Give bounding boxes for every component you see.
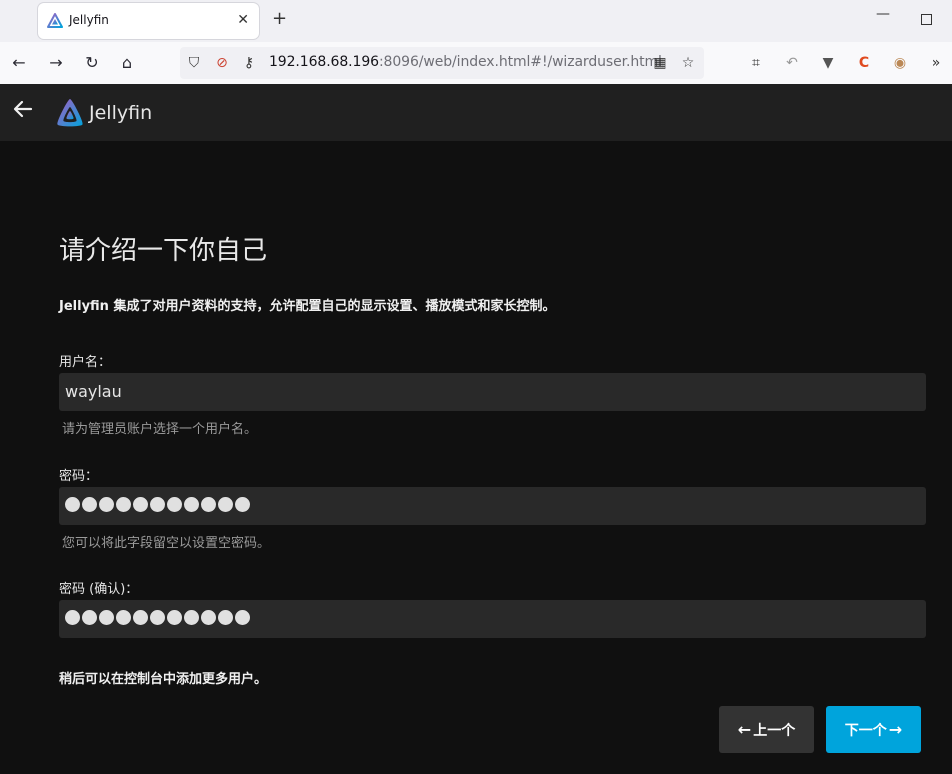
password-dot [99, 610, 114, 625]
key-icon[interactable]: ⚷ [241, 55, 257, 71]
password-dot [218, 610, 233, 625]
password-confirm-mask [65, 610, 250, 625]
home-icon[interactable]: ⌂ [117, 53, 137, 73]
password-dot [201, 610, 216, 625]
jellyfin-favicon-icon [47, 13, 63, 28]
qr-code-icon[interactable]: ▦ [652, 55, 668, 71]
next-button-label: 下一个 [844, 722, 887, 739]
password-dot [82, 610, 97, 625]
password-dot [133, 610, 148, 625]
password-dot [133, 497, 148, 512]
arrow-right-icon: → [888, 720, 903, 739]
password-dot [167, 497, 182, 512]
overflow-menu-icon[interactable]: » [927, 54, 945, 72]
vue-extension-icon[interactable]: ▼ [819, 54, 837, 72]
password-dot [150, 610, 165, 625]
previous-button[interactable]: ← 上一个 [719, 706, 814, 753]
next-button[interactable]: 下一个 → [826, 706, 921, 753]
arrow-left-icon: ← [737, 720, 752, 739]
password-dot [218, 497, 233, 512]
previous-button-label: 上一个 [753, 722, 796, 739]
jellyfin-logo-icon[interactable] [54, 97, 86, 129]
app-header: Jellyfin [0, 84, 952, 141]
bookmark-star-icon[interactable]: ☆ [680, 55, 696, 71]
password-dot [150, 497, 165, 512]
password-dot [116, 610, 131, 625]
password-dot [235, 610, 250, 625]
undo-extension-icon[interactable]: ↶ [783, 54, 801, 72]
password-help: 您可以将此字段留空以设置空密码。 [62, 536, 271, 551]
url-text: 192.168.68.196:8096/web/index.html#!/wiz… [269, 54, 662, 70]
forward-icon[interactable]: → [46, 53, 66, 73]
insecure-lock-icon[interactable]: ⊘ [214, 55, 230, 71]
tab-close-icon[interactable]: ✕ [237, 12, 249, 28]
password-dot [65, 497, 80, 512]
minimize-window-icon[interactable]: — [876, 6, 890, 22]
page-title: 请介绍一下你自己 [59, 236, 268, 266]
reload-icon[interactable]: ↻ [82, 53, 102, 73]
password-dot [99, 497, 114, 512]
browser-tab-bar: Jellyfin ✕ + — [0, 0, 952, 42]
password-mask [65, 497, 250, 512]
password-dot [184, 610, 199, 625]
app-name: Jellyfin [89, 102, 153, 124]
maximize-window-icon[interactable] [921, 14, 932, 25]
intro-text: Jellyfin 集成了对用户资料的支持，允许配置自己的显示设置、播放模式和家长… [59, 299, 556, 314]
password-dot [235, 497, 250, 512]
shield-icon[interactable]: ⛉ [186, 55, 202, 71]
password-input[interactable] [59, 487, 926, 525]
password-dot [184, 497, 199, 512]
password-dot [116, 497, 131, 512]
new-tab-icon[interactable]: + [272, 9, 287, 29]
avatar-extension-icon[interactable]: ◉ [891, 54, 909, 72]
back-icon[interactable]: ← [9, 53, 29, 73]
address-bar[interactable]: ⛉ ⊘ ⚷ 192.168.68.196:8096/web/index.html… [180, 47, 704, 79]
back-arrow-icon[interactable] [12, 98, 34, 120]
c-extension-icon[interactable]: C [855, 54, 873, 72]
username-help: 请为管理员账户选择一个用户名。 [62, 422, 258, 437]
password-dot [82, 497, 97, 512]
tab-title: Jellyfin [69, 13, 109, 27]
add-users-note: 稍后可以在控制台中添加更多用户。 [59, 672, 268, 687]
crop-extension-icon[interactable]: ⌗ [747, 54, 765, 72]
password-dot [167, 610, 182, 625]
password-confirm-label: 密码 (确认)： [59, 582, 139, 597]
username-value: waylau [65, 382, 122, 401]
browser-tab[interactable]: Jellyfin ✕ [38, 3, 259, 39]
password-label: 密码： [59, 469, 99, 484]
password-dot [65, 610, 80, 625]
username-label: 用户名： [59, 355, 112, 370]
password-dot [201, 497, 216, 512]
password-confirm-input[interactable] [59, 600, 926, 638]
browser-nav-bar: ← → ↻ ⌂ ⛉ ⊘ ⚷ 192.168.68.196:8096/web/in… [0, 42, 952, 85]
username-input[interactable]: waylau [59, 373, 926, 411]
